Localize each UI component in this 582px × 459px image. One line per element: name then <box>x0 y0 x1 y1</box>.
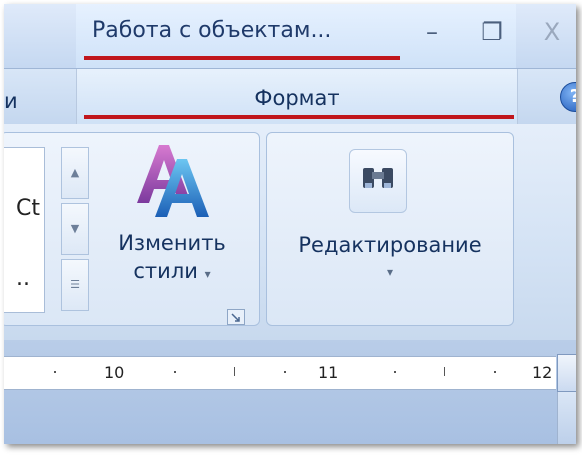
ruler-dot <box>494 371 496 373</box>
ruler-tick <box>234 367 235 376</box>
gallery-scroll-buttons: ▲ ▼ ☰ <box>61 147 89 311</box>
context-title: Работа с объектам... <box>92 18 332 43</box>
gallery-scroll-down-button[interactable]: ▼ <box>61 203 89 255</box>
ruler-label-11: 11 <box>318 363 339 382</box>
ruler-label-12: 12 <box>532 363 553 382</box>
chevron-down-icon: ▾ <box>204 267 211 281</box>
ribbon-body: Сt .. ▲ ▼ ☰ Изменить стили ▾ Редактирова… <box>4 124 576 340</box>
minimize-button[interactable]: – <box>412 14 452 50</box>
change-styles-icon <box>137 145 209 217</box>
change-styles-label-line2: стили ▾ <box>97 259 247 283</box>
close-button[interactable]: X <box>532 14 572 50</box>
ruler-tick <box>444 367 445 376</box>
editing-group[interactable]: Редактирование ▾ <box>266 132 514 326</box>
ruler-dot <box>394 371 396 373</box>
title-bar: Работа с объектам... – ❐ X <box>4 4 576 68</box>
tab-format-label: Формат <box>254 86 340 110</box>
dialog-launcher-icon[interactable] <box>227 309 245 325</box>
styles-group: Сt .. ▲ ▼ ☰ Изменить стили ▾ <box>4 132 260 326</box>
binoculars-icon <box>363 168 393 188</box>
ruler-area: 10 11 12 <box>4 340 576 444</box>
word-window: Работа с объектам... – ❐ X и Формат ? Сt… <box>4 4 576 444</box>
quick-style-preview: Сt <box>16 196 40 221</box>
editing-label: Редактирование <box>298 233 482 257</box>
find-button[interactable] <box>349 149 407 213</box>
ruler-dot <box>54 371 56 373</box>
change-styles-label-line1: Изменить <box>118 231 226 255</box>
maximize-button[interactable]: ❐ <box>472 14 512 50</box>
change-styles-label-line2-text: стили <box>133 259 198 283</box>
vertical-scrollbar[interactable] <box>557 392 576 444</box>
ruler-label-10: 10 <box>104 363 125 382</box>
annotation-underline-tab <box>84 115 514 119</box>
tab-partial-left[interactable]: и <box>4 89 18 113</box>
gallery-more-button[interactable]: ☰ <box>61 259 89 311</box>
change-styles-button[interactable]: Изменить стили ▾ <box>97 133 247 317</box>
quick-style-preview-more: .. <box>16 266 30 291</box>
horizontal-ruler[interactable]: 10 11 12 <box>4 356 556 390</box>
view-ruler-button[interactable] <box>557 354 576 392</box>
annotation-underline-title <box>84 56 400 60</box>
chevron-down-icon: ▾ <box>386 265 394 279</box>
quick-styles-gallery[interactable]: Сt .. <box>4 147 45 313</box>
ruler-dot <box>284 371 286 373</box>
gallery-scroll-up-button[interactable]: ▲ <box>61 147 89 199</box>
ruler-dot <box>174 371 176 373</box>
